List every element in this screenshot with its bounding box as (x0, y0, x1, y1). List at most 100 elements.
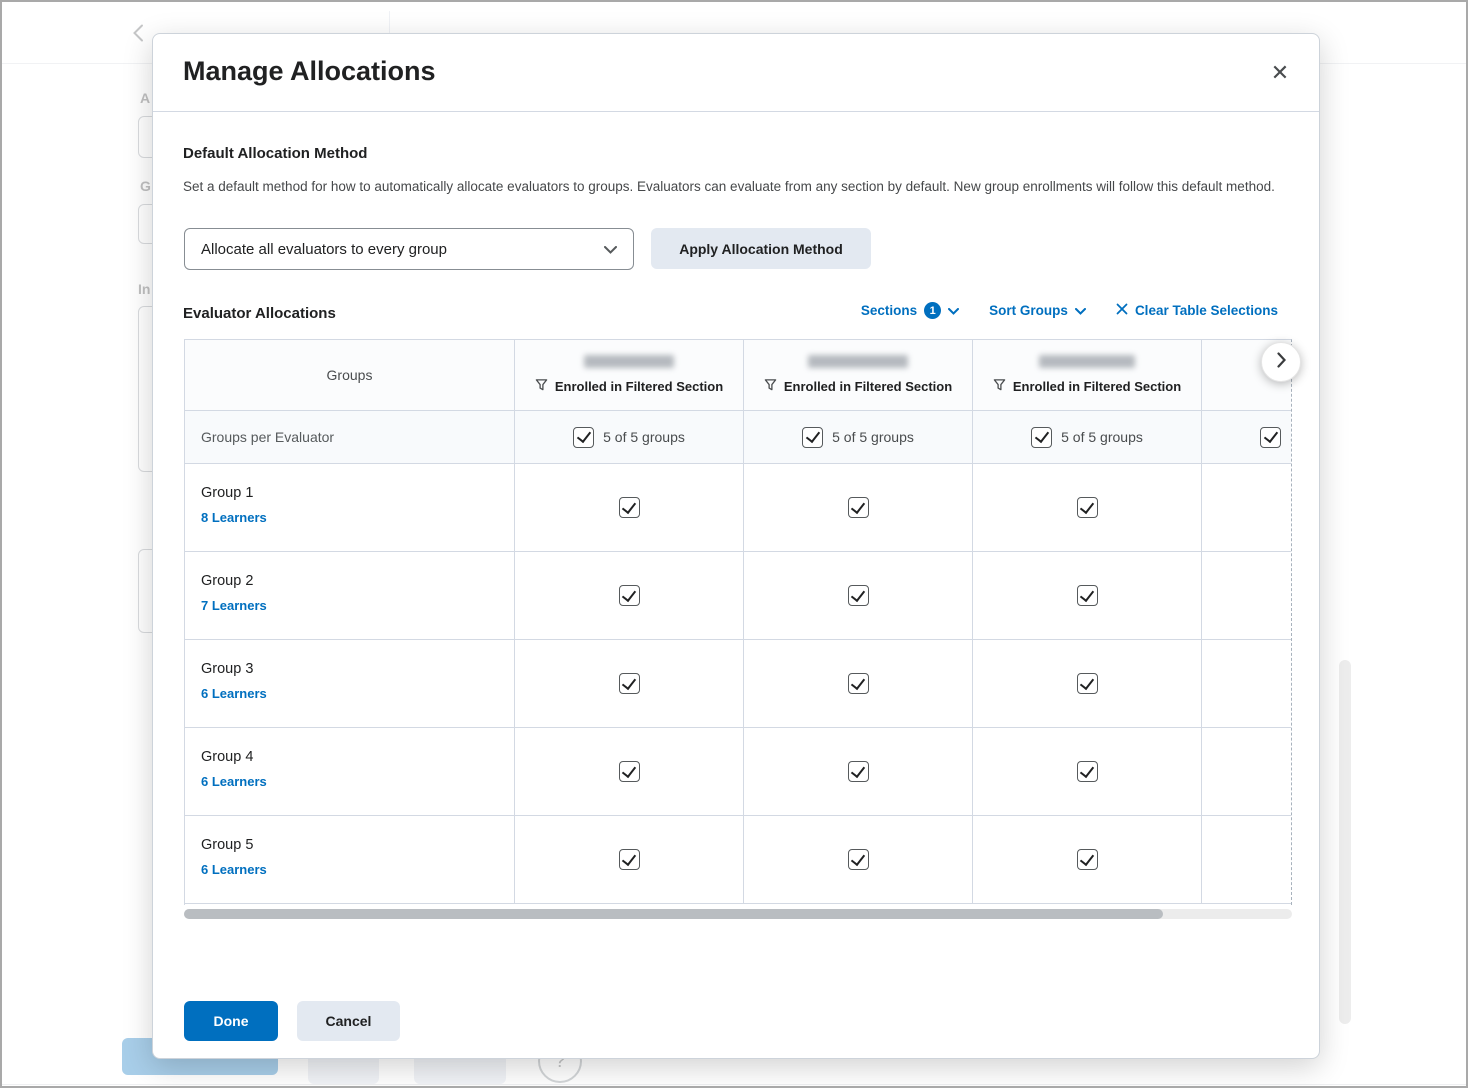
table-controls: Sections 1 Sort Groups Clear Table Selec… (861, 302, 1278, 319)
allocation-cell-partial (1202, 464, 1292, 551)
groups-count-label: 5 of 5 groups (603, 429, 685, 445)
allocations-table: Groups Enrolled in Filtered Section (184, 339, 1292, 905)
allocation-checkbox[interactable] (1077, 585, 1098, 606)
clear-x-icon (1116, 303, 1128, 318)
filter-funnel-icon (764, 378, 777, 395)
group-row: Group 5 6 Learners (185, 816, 1292, 904)
group-name: Group 1 (201, 485, 514, 501)
done-button[interactable]: Done (184, 1001, 278, 1041)
group-name: Group 3 (201, 661, 514, 677)
allocation-cell (973, 464, 1202, 551)
allocation-checkbox[interactable] (1077, 849, 1098, 870)
allocation-checkbox[interactable] (1077, 761, 1098, 782)
select-all-checkbox[interactable] (573, 427, 594, 448)
evaluator-column-header: Enrolled in Filtered Section (744, 340, 973, 410)
filter-funnel-icon (535, 378, 548, 395)
allocation-cell-partial (1202, 728, 1292, 815)
select-all-cell: 5 of 5 groups (515, 411, 744, 463)
allocation-cell (515, 816, 744, 903)
group-row: Group 1 8 Learners (185, 464, 1292, 552)
select-all-cell-partial: 5 of 5 groups (1202, 411, 1292, 463)
filter-label: Enrolled in Filtered Section (784, 379, 952, 394)
allocation-cell (973, 640, 1202, 727)
allocation-checkbox[interactable] (619, 849, 640, 870)
select-all-checkbox[interactable] (1031, 427, 1052, 448)
group-info-cell: Group 1 8 Learners (185, 464, 515, 551)
table-scroll-right-button[interactable] (1261, 342, 1301, 382)
close-icon: ✕ (1271, 60, 1289, 86)
manage-allocations-dialog: Manage Allocations ✕ Default Allocation … (152, 33, 1320, 1059)
cancel-button[interactable]: Cancel (297, 1001, 400, 1041)
learners-link[interactable]: 6 Learners (201, 686, 267, 701)
sections-count-badge: 1 (924, 302, 941, 319)
allocation-checkbox[interactable] (619, 673, 640, 694)
group-row: Group 4 6 Learners (185, 728, 1292, 816)
allocation-checkbox[interactable] (1077, 673, 1098, 694)
filter-status: Enrolled in Filtered Section (993, 378, 1181, 395)
allocation-checkbox[interactable] (848, 497, 869, 518)
allocation-cell (744, 464, 973, 551)
allocation-cell (973, 552, 1202, 639)
allocation-cell (515, 552, 744, 639)
select-all-checkbox[interactable] (802, 427, 823, 448)
allocation-cell-partial (1202, 640, 1292, 727)
allocation-cell (973, 728, 1202, 815)
group-name: Group 4 (201, 749, 514, 765)
select-all-cell: 5 of 5 groups (973, 411, 1202, 463)
groups-column-header: Groups (185, 340, 515, 410)
close-button[interactable]: ✕ (1263, 56, 1297, 90)
group-row: Group 3 6 Learners (185, 640, 1292, 728)
group-info-cell: Group 5 6 Learners (185, 816, 515, 903)
learners-link[interactable]: 7 Learners (201, 598, 267, 613)
default-method-description: Set a default method for how to automati… (183, 178, 1293, 196)
allocation-checkbox[interactable] (848, 849, 869, 870)
allocation-checkbox[interactable] (619, 585, 640, 606)
evaluator-column-header: Enrolled in Filtered Section (515, 340, 744, 410)
allocation-checkbox[interactable] (848, 761, 869, 782)
sections-filter-button[interactable]: Sections 1 (861, 302, 959, 319)
apply-allocation-method-button[interactable]: Apply Allocation Method (651, 228, 871, 269)
evaluator-name-redacted (584, 355, 674, 368)
clear-label: Clear Table Selections (1135, 303, 1278, 318)
group-info-cell: Group 2 7 Learners (185, 552, 515, 639)
dialog-title: Manage Allocations (183, 56, 436, 87)
allocation-cell-partial (1202, 816, 1292, 903)
chevron-down-icon (948, 303, 959, 318)
scrollbar-thumb[interactable] (184, 909, 1163, 919)
allocation-cell-partial (1202, 552, 1292, 639)
select-all-cell: 5 of 5 groups (744, 411, 973, 463)
default-method-heading: Default Allocation Method (183, 145, 367, 162)
group-info-cell: Group 4 6 Learners (185, 728, 515, 815)
chevron-down-icon (604, 241, 617, 258)
select-all-checkbox[interactable] (1260, 427, 1281, 448)
allocation-cell (515, 464, 744, 551)
allocation-checkbox[interactable] (848, 673, 869, 694)
learners-link[interactable]: 8 Learners (201, 510, 267, 525)
group-row: Group 2 7 Learners (185, 552, 1292, 640)
table-horizontal-scrollbar[interactable] (184, 909, 1292, 919)
chevron-down-icon (1075, 303, 1086, 318)
allocation-cell (973, 816, 1202, 903)
learners-link[interactable]: 6 Learners (201, 862, 267, 877)
learners-link[interactable]: 6 Learners (201, 774, 267, 789)
filter-funnel-icon (993, 378, 1006, 395)
filter-status: Enrolled in Filtered Section (764, 378, 952, 395)
groups-count-label: 5 of 5 groups (1061, 429, 1143, 445)
sort-groups-button[interactable]: Sort Groups (989, 303, 1086, 318)
evaluator-name-redacted (1039, 355, 1135, 368)
evaluator-name-redacted (808, 355, 908, 368)
dialog-header: Manage Allocations ✕ (153, 34, 1319, 112)
filter-label: Enrolled in Filtered Section (1013, 379, 1181, 394)
allocation-method-select[interactable]: Allocate all evaluators to every group (184, 228, 634, 270)
allocation-checkbox[interactable] (619, 761, 640, 782)
clear-table-selections-button[interactable]: Clear Table Selections (1116, 303, 1278, 318)
allocation-checkbox[interactable] (619, 497, 640, 518)
allocation-checkbox[interactable] (1077, 497, 1098, 518)
group-name: Group 5 (201, 837, 514, 853)
group-name: Group 2 (201, 573, 514, 589)
groups-header-label: Groups (327, 367, 373, 383)
sort-groups-label: Sort Groups (989, 303, 1068, 318)
allocation-checkbox[interactable] (848, 585, 869, 606)
evaluator-allocations-heading: Evaluator Allocations (183, 305, 336, 322)
groups-per-evaluator-label: Groups per Evaluator (185, 411, 515, 463)
